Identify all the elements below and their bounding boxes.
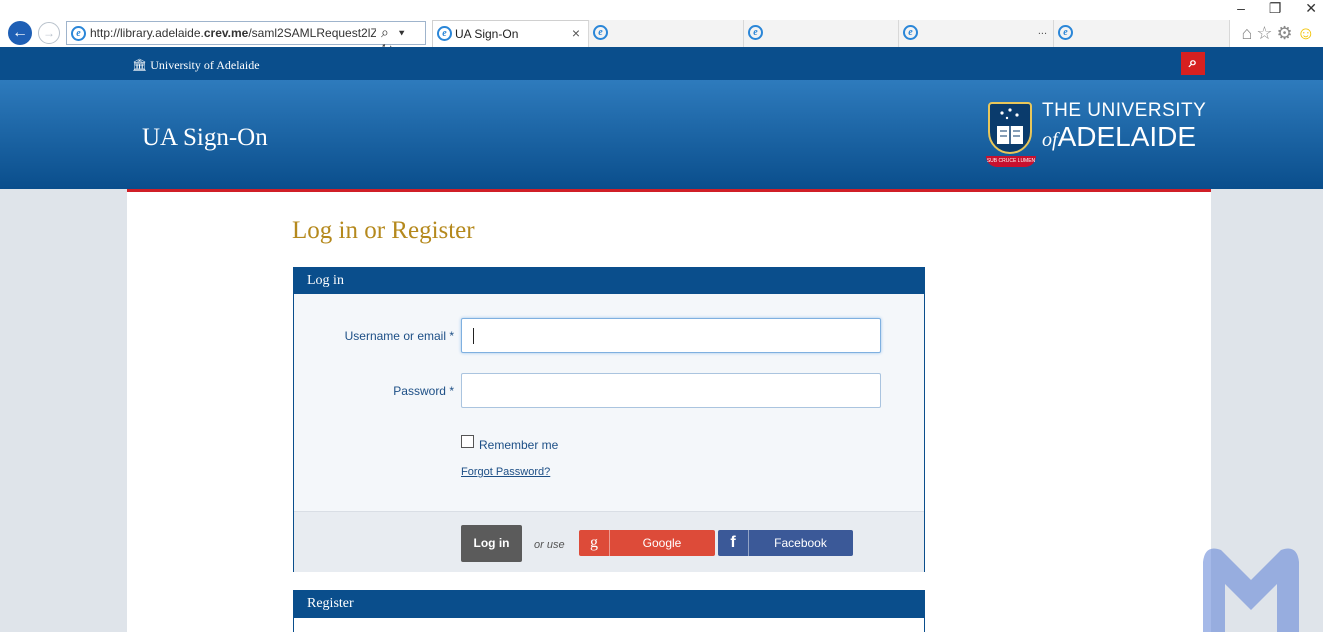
facebook-label: Facebook xyxy=(774,536,827,550)
site-title: UA Sign-On xyxy=(142,124,268,151)
restore-button[interactable]: ❐ xyxy=(1269,0,1282,16)
google-login-button[interactable]: g Google xyxy=(579,530,715,556)
ie-favicon-icon: e xyxy=(71,26,86,41)
university-link[interactable]: 🏛 University of Adelaide xyxy=(132,58,260,73)
smiley-icon[interactable]: ☺ xyxy=(1297,23,1319,43)
google-icon: g xyxy=(579,530,610,556)
close-icon[interactable]: × xyxy=(572,25,580,41)
ie-favicon-icon: e xyxy=(748,25,763,40)
crest-icon xyxy=(997,108,1023,144)
main-content: Log in or Register Log in Username or em… xyxy=(127,192,1211,632)
back-button[interactable]: ← xyxy=(8,21,32,45)
tab-5[interactable]: e xyxy=(1054,20,1230,47)
remember-me-checkbox[interactable] xyxy=(461,435,474,448)
forgot-password-link[interactable]: Forgot Password? xyxy=(461,466,550,478)
tab-ua-sign-on[interactable]: e UA Sign-On × xyxy=(432,20,589,47)
facebook-login-button[interactable]: f Facebook xyxy=(718,530,853,556)
logo-of: of xyxy=(1042,129,1058,151)
tab-label: UA Sign-On xyxy=(455,27,519,41)
google-label: Google xyxy=(642,536,682,550)
address-bar[interactable]: e http://library.adelaide.crev.me/saml2S… xyxy=(66,21,426,57)
address-domain: crev.me xyxy=(203,26,249,40)
arrow-left-icon: ← xyxy=(12,24,28,41)
forward-button[interactable]: → xyxy=(38,22,60,44)
close-window-button[interactable]: ✕ xyxy=(1305,0,1317,16)
login-panel: Log in Username or email * Password * Re… xyxy=(293,267,925,572)
tab-3[interactable]: e xyxy=(744,20,899,47)
building-icon: 🏛 xyxy=(132,58,148,72)
ie-favicon-icon: e xyxy=(1058,25,1073,40)
register-panel-body xyxy=(293,618,925,632)
tab-2[interactable]: e xyxy=(589,20,744,47)
password-input[interactable] xyxy=(461,373,881,408)
facebook-icon: f xyxy=(718,530,749,556)
username-input[interactable] xyxy=(461,318,881,353)
ie-favicon-icon: e xyxy=(903,25,918,40)
banner: UA Sign-On SUB CRUCE LUMEN THE UNIVERSIT… xyxy=(0,80,1323,189)
search-button[interactable]: ⌕ xyxy=(1181,52,1205,75)
university-crest-logo xyxy=(988,102,1032,154)
tab-overflow-marker: ... xyxy=(1037,25,1047,37)
logo-adelaide: ADELAIDE xyxy=(1057,121,1197,152)
register-panel-title[interactable]: Register xyxy=(293,590,925,618)
logo-text-line2: ofADELAIDE xyxy=(1042,121,1196,153)
login-panel-footer: Log in or use g Google f Facebook xyxy=(294,511,924,572)
window-controls: – ❐ ✕ xyxy=(1217,0,1317,17)
tab-4[interactable]: e ... xyxy=(899,20,1054,47)
crest-ribbon: SUB CRUCE LUMEN xyxy=(986,156,1036,167)
address-url[interactable]: http://library.adelaide.crev.me/saml2SAM… xyxy=(90,26,376,40)
university-link-label: University of Adelaide xyxy=(150,58,260,72)
page-title: Log in or Register xyxy=(292,217,475,244)
login-panel-title: Log in xyxy=(294,268,924,294)
star-icon[interactable]: ☆ xyxy=(1256,23,1276,43)
gear-icon[interactable]: ⚙ xyxy=(1276,23,1296,43)
home-icon[interactable]: ⌂ xyxy=(1241,23,1256,43)
password-label: Password * xyxy=(393,384,454,398)
logo-text-line1: THE UNIVERSITY xyxy=(1042,100,1207,121)
username-label: Username or email * xyxy=(344,329,454,343)
ie-favicon-icon: e xyxy=(437,26,452,41)
login-button[interactable]: Log in xyxy=(461,525,522,562)
crest-motto: SUB CRUCE LUMEN xyxy=(986,158,1036,164)
arrow-right-icon: → xyxy=(43,26,55,40)
or-use-label: or use xyxy=(534,539,565,551)
browser-toolbar: ← → e http://library.adelaide.crev.me/sa… xyxy=(0,0,1323,57)
browser-tool-icons: ⌂☆⚙☺ xyxy=(1241,23,1319,44)
search-icon: ⌕ xyxy=(1188,54,1198,71)
top-strip: 🏛 University of Adelaide ⌕ xyxy=(0,47,1323,80)
text-caret xyxy=(473,328,474,344)
minimize-button[interactable]: – xyxy=(1237,0,1245,16)
malwarebytes-logo-icon xyxy=(1195,522,1323,632)
remember-me-label[interactable]: Remember me xyxy=(479,438,558,452)
ie-favicon-icon: e xyxy=(593,25,608,40)
